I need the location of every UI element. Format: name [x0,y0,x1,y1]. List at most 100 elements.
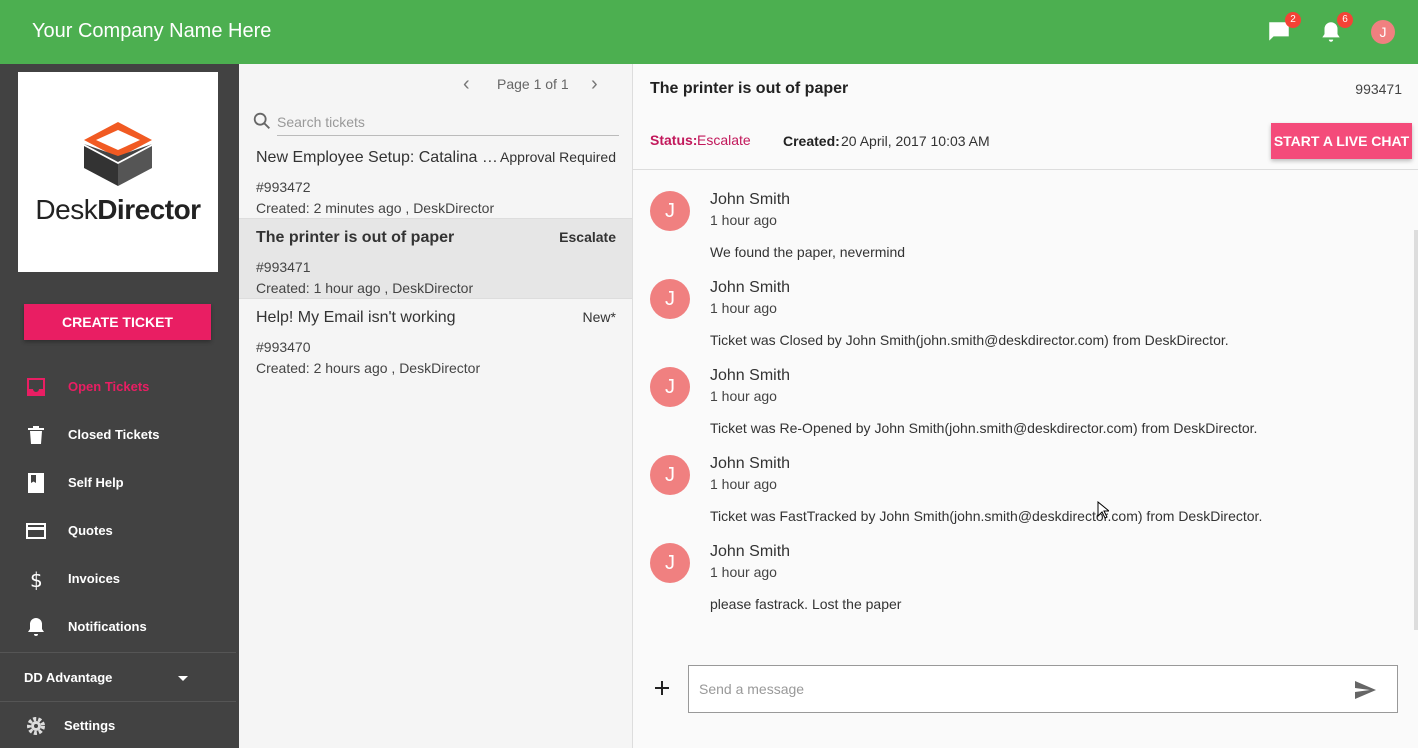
messages-scrollbar[interactable] [1414,230,1418,630]
sidebar-item-self-help[interactable]: Self Help [0,459,239,507]
dd-advantage-dropdown[interactable]: DD Advantage [0,654,239,702]
sidebar-item-label: Open Tickets [68,379,150,394]
create-ticket-button[interactable]: CREATE TICKET [24,304,211,340]
ticket-number: #993472 [256,179,311,195]
message-item: J John Smith 1 hour ago Ticket was Close… [633,279,1393,367]
sidebar-item-label: Closed Tickets [68,427,160,442]
sidebar-item-closed-tickets[interactable]: Closed Tickets [0,411,239,459]
sidebar: DeskDirector CREATE TICKET Open Tickets … [0,64,239,748]
search-icon [253,112,270,129]
add-attachment-icon[interactable] [652,678,672,698]
ticket-meta: Created: 2 hours ago , DeskDirector [256,360,481,376]
ticket-row[interactable]: The printer is out of paper Escalate #99… [239,219,632,299]
message-time: 1 hour ago [710,564,777,580]
message-author: John Smith [710,543,791,560]
notifications-button[interactable]: 6 [1318,12,1353,45]
sidebar-item-open-tickets[interactable]: Open Tickets [0,363,239,411]
pager-text: Page 1 of 1 [497,76,569,92]
ticket-title: The printer is out of paper [256,229,455,246]
sidebar-item-settings[interactable]: Settings [0,702,239,748]
status-label: Status: [650,132,698,148]
avatar: J [650,455,690,495]
avatar: J [650,543,690,583]
logo-text-director: Director [97,194,201,225]
message-item: J John Smith 1 hour ago please fastrack.… [633,543,1393,631]
message-time: 1 hour ago [710,388,777,404]
message-time: 1 hour ago [710,300,777,316]
inbox-icon [27,378,45,396]
message-composer [688,665,1398,713]
ticket-number: #993471 [256,259,311,275]
ticket-meta: Created: 2 minutes ago , DeskDirector [256,200,495,216]
message-input[interactable] [699,678,1329,700]
detail-divider [633,169,1418,170]
sidebar-item-label: Settings [64,718,116,733]
message-time: 1 hour ago [710,476,777,492]
ticket-detail-pane: The printer is out of paper 993471 Statu… [632,64,1418,748]
message-author: John Smith [710,191,791,208]
notifications-badge: 6 [1337,12,1353,28]
sidebar-item-label: Invoices [68,571,121,586]
chat-badge: 2 [1285,12,1301,28]
sidebar-divider [0,652,236,653]
chevron-left-icon[interactable]: ‹ [463,73,470,96]
created-label: Created: [783,133,840,149]
ticket-list-pane: ‹ Page 1 of 1 › New Employee Setup: Cata… [239,64,632,748]
trash-icon [28,426,44,444]
ticket-row[interactable]: Help! My Email isn't working New* #99347… [239,299,632,379]
dollar-icon: $ [30,568,43,591]
sidebar-item-invoices[interactable]: $ Invoices [0,555,239,603]
message-text: Ticket was Closed by John Smith(john.smi… [710,332,1229,348]
sidebar-item-quotes[interactable]: Quotes [0,507,239,555]
user-avatar[interactable]: J [1371,20,1395,44]
avatar: J [650,191,690,231]
message-text: We found the paper, nevermind [710,244,906,260]
deskdirector-logo-icon [84,122,152,186]
message-item: J John Smith 1 hour ago Ticket was Re-Op… [633,367,1393,455]
message-text: Ticket was Re-Opened by John Smith(john.… [710,420,1258,436]
book-icon [28,473,44,493]
company-name: Your Company Name Here [32,20,272,42]
search-input[interactable] [277,108,619,136]
ticket-detail-id: 993471 [1355,81,1402,97]
dd-advantage-label: DD Advantage [24,670,113,685]
sidebar-item-notifications[interactable]: Notifications [0,603,239,651]
ticket-status: Approval Required [500,149,616,165]
message-author: John Smith [710,279,791,296]
logo-wordmark: DeskDirector [18,194,218,226]
message-time: 1 hour ago [710,212,777,228]
ticket-status: New* [582,309,616,325]
message-author: John Smith [710,367,791,384]
sidebar-item-label: Self Help [68,475,124,490]
sidebar-item-label: Notifications [68,619,147,634]
bell-icon [28,618,44,636]
ticket-title: New Employee Setup: Catalina R... [256,149,502,166]
avatar: J [650,367,690,407]
mouse-cursor-icon [1097,501,1109,519]
ticket-number: #993470 [256,339,311,355]
ticket-title: Help! My Email isn't working [256,309,456,326]
company-logo: DeskDirector [18,72,218,272]
message-item: J John Smith 1 hour ago We found the pap… [633,191,1393,279]
top-app-bar: Your Company Name Here 2 6 J [0,0,1418,64]
ticket-detail-title: The printer is out of paper [650,80,849,97]
chat-button[interactable]: 2 [1266,12,1301,45]
message-text: Ticket was FastTracked by John Smith(joh… [710,508,1263,524]
avatar: J [650,279,690,319]
start-live-chat-button[interactable]: START A LIVE CHAT [1271,123,1412,159]
message-author: John Smith [710,455,791,472]
gear-icon [27,717,45,735]
created-value: 20 April, 2017 10:03 AM [841,133,990,149]
ticket-meta: Created: 1 hour ago , DeskDirector [256,280,474,296]
ticket-status: Escalate [559,229,616,245]
credit-card-icon [26,523,46,539]
message-text: please fastrack. Lost the paper [710,596,902,612]
sidebar-item-label: Quotes [68,523,113,538]
status-value: Escalate [697,132,751,148]
ticket-row[interactable]: New Employee Setup: Catalina R... Approv… [239,139,632,219]
svg-text:$: $ [30,568,43,591]
send-icon[interactable] [1353,678,1377,702]
chevron-right-icon[interactable]: › [591,73,598,96]
caret-down-icon [178,676,188,681]
message-item: J John Smith 1 hour ago Ticket was FastT… [633,455,1393,543]
